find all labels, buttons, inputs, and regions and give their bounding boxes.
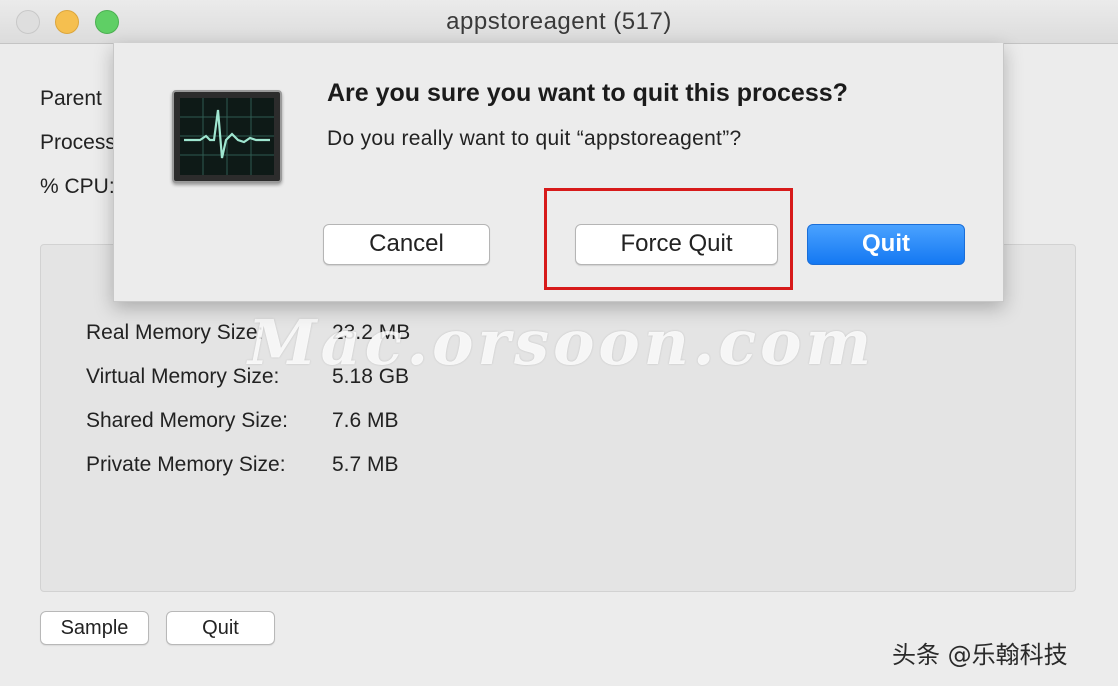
shared-memory-value: 7.6 MB (332, 409, 399, 432)
activity-monitor-icon (172, 90, 282, 183)
title-bar: appstoreagent (517) (0, 0, 1118, 44)
cancel-button[interactable]: Cancel (323, 224, 490, 265)
dialog-message: Do you really want to quit “appstoreagen… (327, 127, 742, 150)
dialog-title: Are you sure you want to quit this proce… (327, 79, 848, 107)
window-title: appstoreagent (517) (446, 8, 672, 35)
quit-button[interactable]: Quit (807, 224, 965, 265)
source-watermark: 头条 @乐翰科技 (892, 641, 1068, 669)
parent-process-label: Parent (40, 87, 102, 110)
sample-button[interactable]: Sample (40, 611, 149, 645)
watermark: Mac.orsoon.com (248, 306, 876, 379)
cpu-label: % CPU: (40, 175, 115, 198)
private-memory-label: Private Memory Size: (86, 453, 286, 476)
force-quit-highlight-box (544, 188, 793, 290)
real-memory-label: Real Memory Size: (86, 321, 264, 344)
shared-memory-label: Shared Memory Size: (86, 409, 288, 432)
process-group-label: Process (40, 131, 116, 154)
quit-process-button[interactable]: Quit (166, 611, 275, 645)
private-memory-value: 5.7 MB (332, 453, 399, 476)
